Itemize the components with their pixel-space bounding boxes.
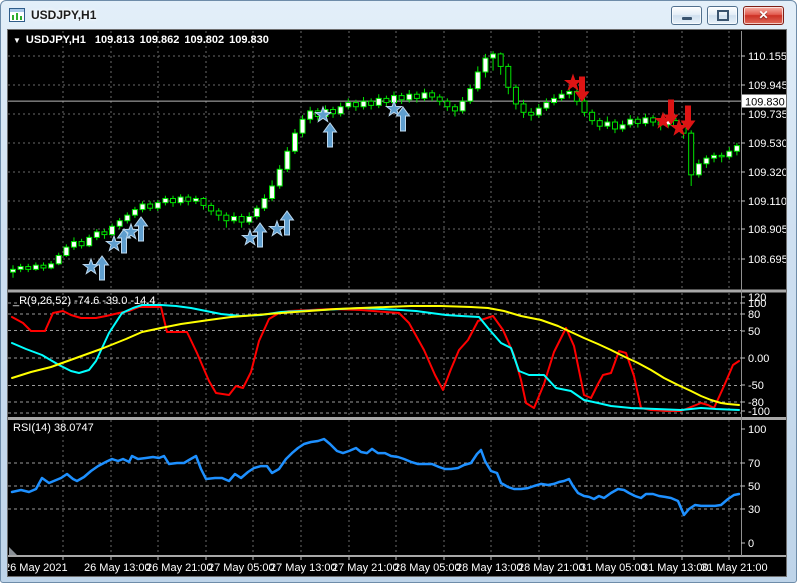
time-axis-label: 31 May 05:00 bbox=[580, 562, 647, 574]
time-axis-label: 27 May 21:00 bbox=[332, 562, 399, 574]
buy-up-arrow-icon bbox=[397, 107, 410, 131]
time-axis-label: 26 May 21:00 bbox=[146, 562, 213, 574]
wpr-52-line bbox=[12, 306, 739, 405]
wpr-axis-label: -50 bbox=[748, 380, 764, 392]
grid-layer bbox=[8, 31, 741, 555]
time-axis-label: 26 May 13:00 bbox=[84, 562, 151, 574]
restore-button[interactable] bbox=[707, 6, 738, 25]
buy-star-icon bbox=[269, 221, 284, 236]
chart-ohlc-header: ▼ USDJPY,H1 109.813 109.862 109.802 109.… bbox=[13, 34, 274, 46]
buy-up-arrow-icon bbox=[96, 256, 109, 280]
rsi-indicator-label: RSI(14) 38.0747 bbox=[13, 422, 94, 434]
header-low: 109.802 bbox=[184, 34, 224, 46]
time-axis-label: 28 May 05:00 bbox=[394, 562, 461, 574]
close-button[interactable]: ✕ bbox=[743, 6, 784, 25]
wpr-indicator-label: _R(9,26,52) -74.6 -39.0 -14.4 bbox=[13, 295, 155, 307]
price-axis-label: 109.735 bbox=[748, 109, 786, 121]
restore-icon bbox=[717, 10, 729, 21]
current-price-label: 109.830 bbox=[745, 97, 785, 109]
rsi-axis-label: 100 bbox=[748, 424, 766, 436]
price-axis-label: 109.320 bbox=[748, 167, 786, 179]
window-titlebar[interactable]: USDJPY,H1 ✕ bbox=[1, 1, 796, 29]
time-axis bbox=[63, 557, 729, 560]
window-controls: ✕ bbox=[671, 6, 788, 25]
price-axis-label: 108.905 bbox=[748, 224, 786, 236]
price-axis-label: 109.945 bbox=[748, 80, 786, 92]
buy-star-icon bbox=[83, 259, 98, 274]
close-icon: ✕ bbox=[758, 9, 768, 21]
rsi-axis-label: 0 bbox=[748, 538, 754, 550]
header-close: 109.830 bbox=[229, 34, 269, 46]
rsi-axis-label: 30 bbox=[748, 504, 760, 516]
header-open: 109.813 bbox=[95, 34, 135, 46]
price-axis-label: 108.695 bbox=[748, 254, 786, 266]
wpr-axis-label: 50 bbox=[748, 326, 760, 338]
wpr-axis-label: 0.00 bbox=[748, 353, 769, 365]
time-axis-label: 31 May 13:00 bbox=[642, 562, 709, 574]
panel-resize-grip[interactable] bbox=[9, 547, 17, 555]
wpr-axis-label: -100 bbox=[748, 406, 770, 418]
time-axis-label: 27 May 05:00 bbox=[208, 562, 275, 574]
chart-icon bbox=[9, 8, 25, 22]
rsi-axis-label: 50 bbox=[748, 481, 760, 493]
window-title: USDJPY,H1 bbox=[31, 8, 96, 22]
rsi-line bbox=[12, 439, 739, 515]
buy-up-arrow-icon bbox=[281, 211, 294, 235]
symbol-dropdown-marker[interactable]: ▼ bbox=[13, 36, 21, 45]
signals-layer bbox=[83, 75, 694, 280]
time-axis-label: 28 May 13:00 bbox=[456, 562, 523, 574]
time-axis-label: 31 May 21:00 bbox=[701, 562, 768, 574]
header-high: 109.862 bbox=[140, 34, 180, 46]
time-axis-label: 26 May 2021 bbox=[8, 562, 68, 574]
time-axis-label: 27 May 13:00 bbox=[270, 562, 337, 574]
wpr-axis-label: 80 bbox=[748, 309, 760, 321]
header-symbol: USDJPY,H1 bbox=[26, 34, 86, 46]
chart-client-area: 110.155 109.945 109.735 109.530 109.320 109.1… bbox=[7, 29, 787, 577]
time-axis-label: 28 May 21:00 bbox=[518, 562, 585, 574]
price-axis-label: 109.110 bbox=[748, 196, 786, 208]
mt4-chart-window: USDJPY,H1 ✕ 110.155 109.945 109.735 109.530… bbox=[0, 0, 797, 583]
sell-star-icon bbox=[565, 75, 580, 90]
rsi-axis-label: 70 bbox=[748, 458, 760, 470]
minimize-icon bbox=[682, 17, 692, 20]
minimize-button[interactable] bbox=[671, 6, 702, 25]
price-axis-label: 109.530 bbox=[748, 138, 786, 150]
price-axis-label: 110.155 bbox=[748, 51, 786, 63]
